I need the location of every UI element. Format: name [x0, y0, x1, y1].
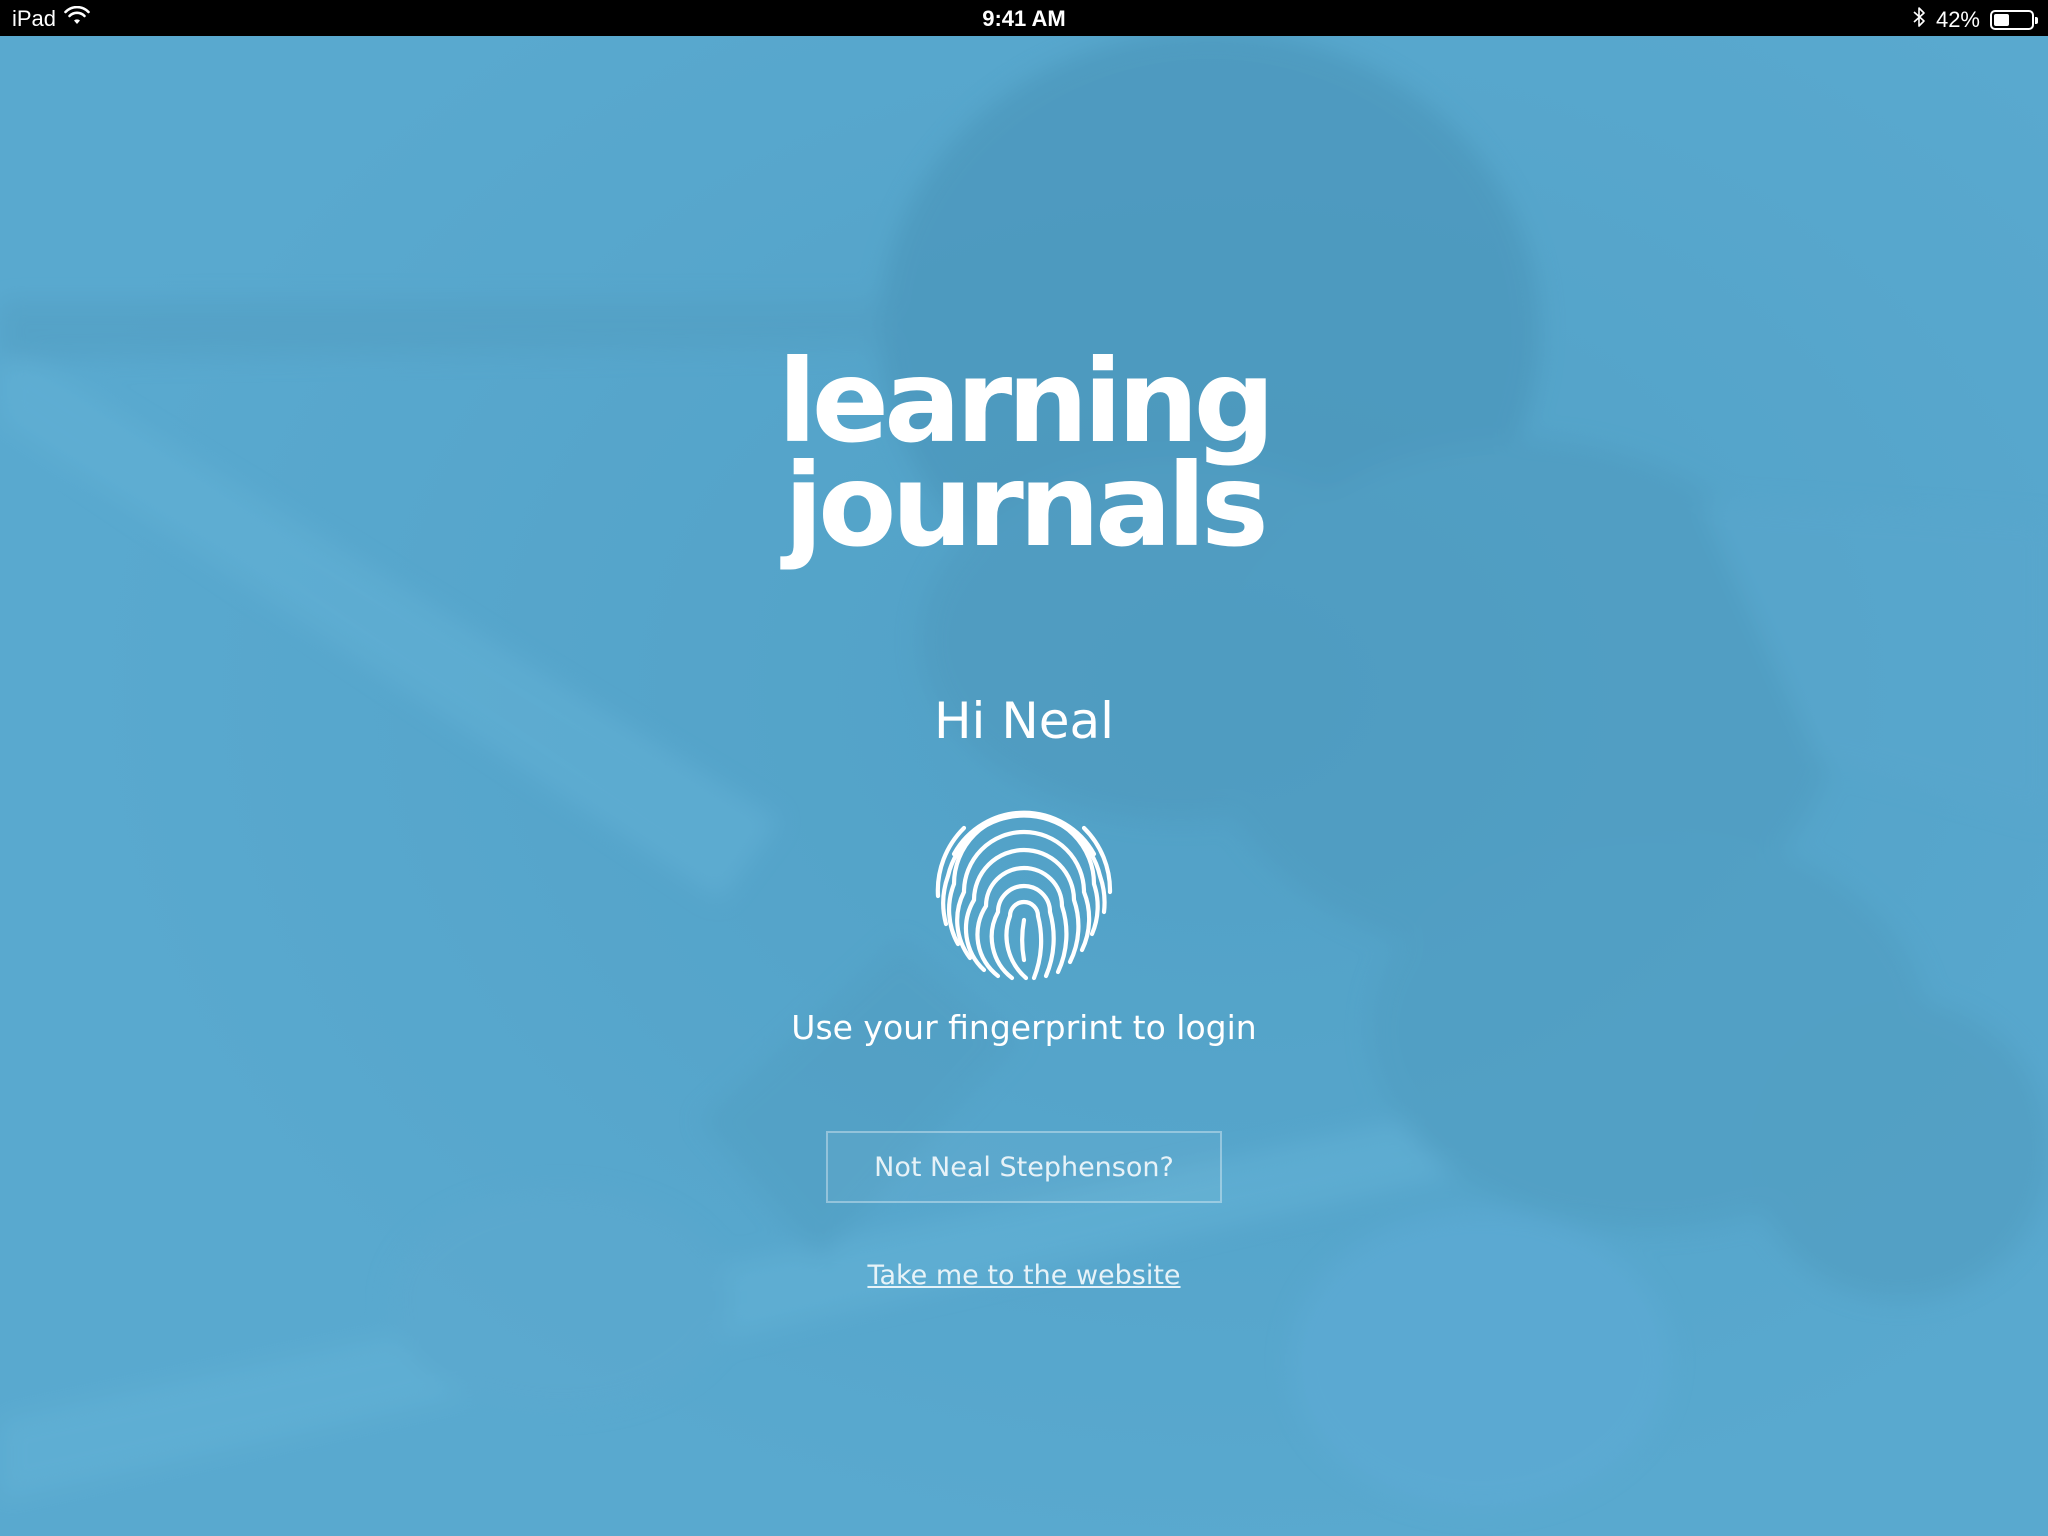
status-right: 42%	[1912, 6, 2038, 34]
logo-line-2: journals	[784, 439, 1269, 572]
not-user-button[interactable]: Not Neal Stephenson?	[826, 1131, 1222, 1203]
status-bar: iPad 9:41 AM 42%	[0, 0, 2048, 36]
app-logo: learning journals	[0, 345, 2048, 572]
bluetooth-icon	[1912, 6, 1926, 34]
battery-level	[1994, 14, 2009, 26]
status-time: 9:41 AM	[982, 6, 1066, 31]
website-link[interactable]: Take me to the website	[0, 1260, 2048, 1291]
background-photo	[0, 0, 2048, 1536]
login-screen: iPad 9:41 AM 42% learning journals Hi Ne…	[0, 0, 2048, 1536]
battery-icon	[1990, 10, 2038, 30]
battery-percent: 42%	[1935, 7, 1980, 32]
fingerprint-icon[interactable]	[924, 784, 1124, 984]
greeting: Hi Neal	[933, 692, 1115, 750]
fingerprint-instruction: Use your fingerprint to login	[791, 1008, 1257, 1047]
